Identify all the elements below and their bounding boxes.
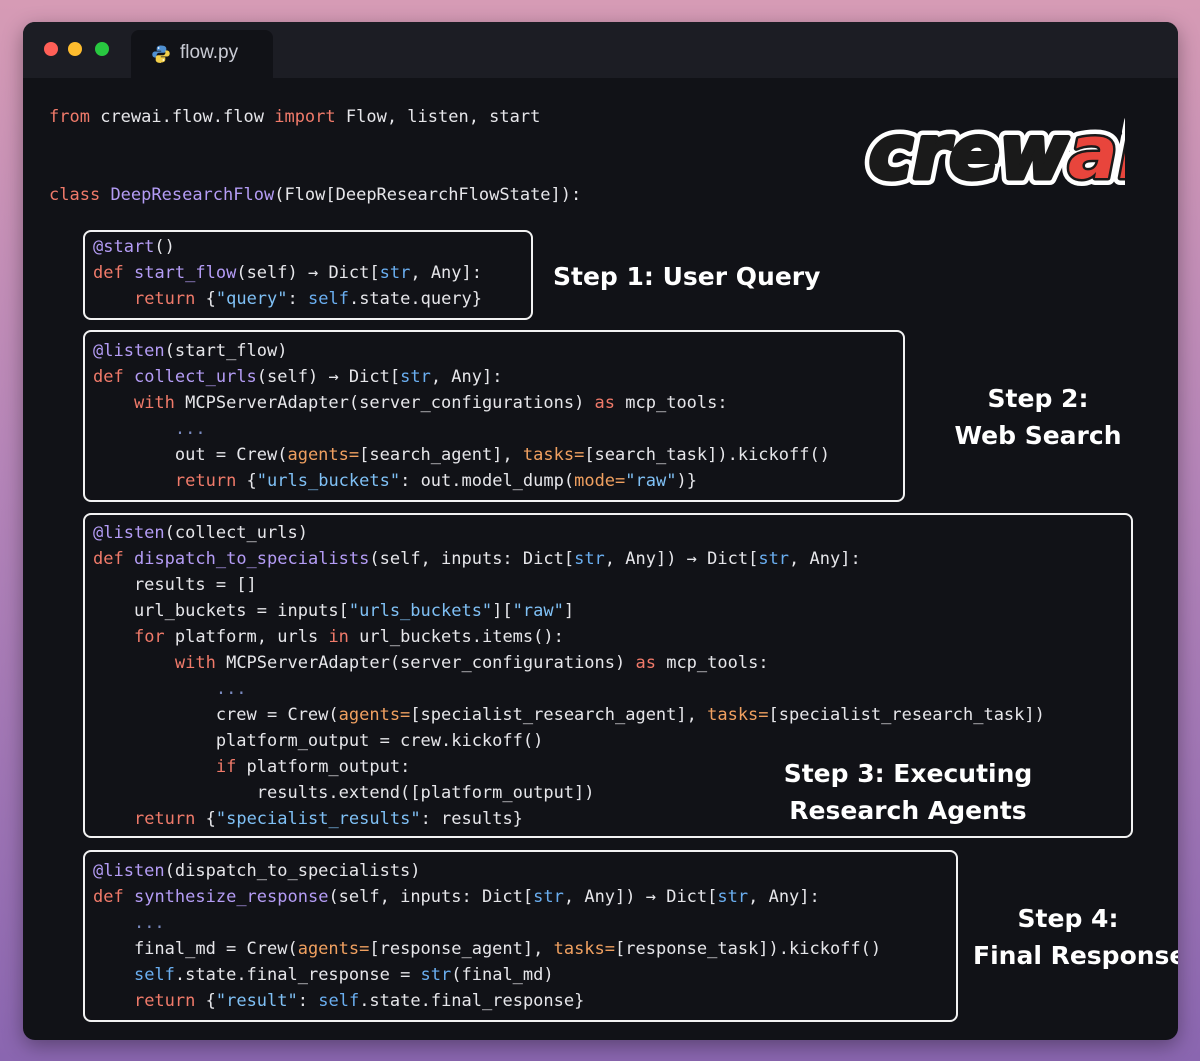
tab-flow-py[interactable]: flow.py (131, 30, 273, 78)
close-window-button[interactable] (44, 42, 58, 56)
step2-label: Step 2: Web Search (954, 384, 1122, 450)
tab-label: flow.py (180, 42, 239, 63)
step2-code: @listen(start_flow) def collect_urls(sel… (93, 341, 830, 491)
maximize-window-button[interactable] (95, 42, 109, 56)
step4-code: @listen(dispatch_to_specialists) def syn… (93, 861, 882, 1011)
step4-label: Step 4: Final Response (973, 904, 1178, 970)
editor-window: flow.py crewai crewai from crewai.flow.f… (23, 22, 1178, 1040)
title-bar: flow.py (23, 22, 1178, 78)
step1-code: @start() def start_flow(self) → Dict[str… (93, 237, 483, 309)
import-line: from crewai.flow.flow import Flow, liste… (49, 107, 541, 127)
python-icon (151, 44, 171, 64)
step3-label: Step 3: Executing Research Agents (783, 759, 1033, 825)
minimize-window-button[interactable] (68, 42, 82, 56)
crewai-logo: crewai crewai (862, 104, 1125, 194)
step1-label: Step 1: User Query (553, 262, 821, 291)
svg-text:crewai: crewai (869, 110, 1125, 194)
class-definition: class DeepResearchFlow(Flow[DeepResearch… (49, 185, 582, 205)
